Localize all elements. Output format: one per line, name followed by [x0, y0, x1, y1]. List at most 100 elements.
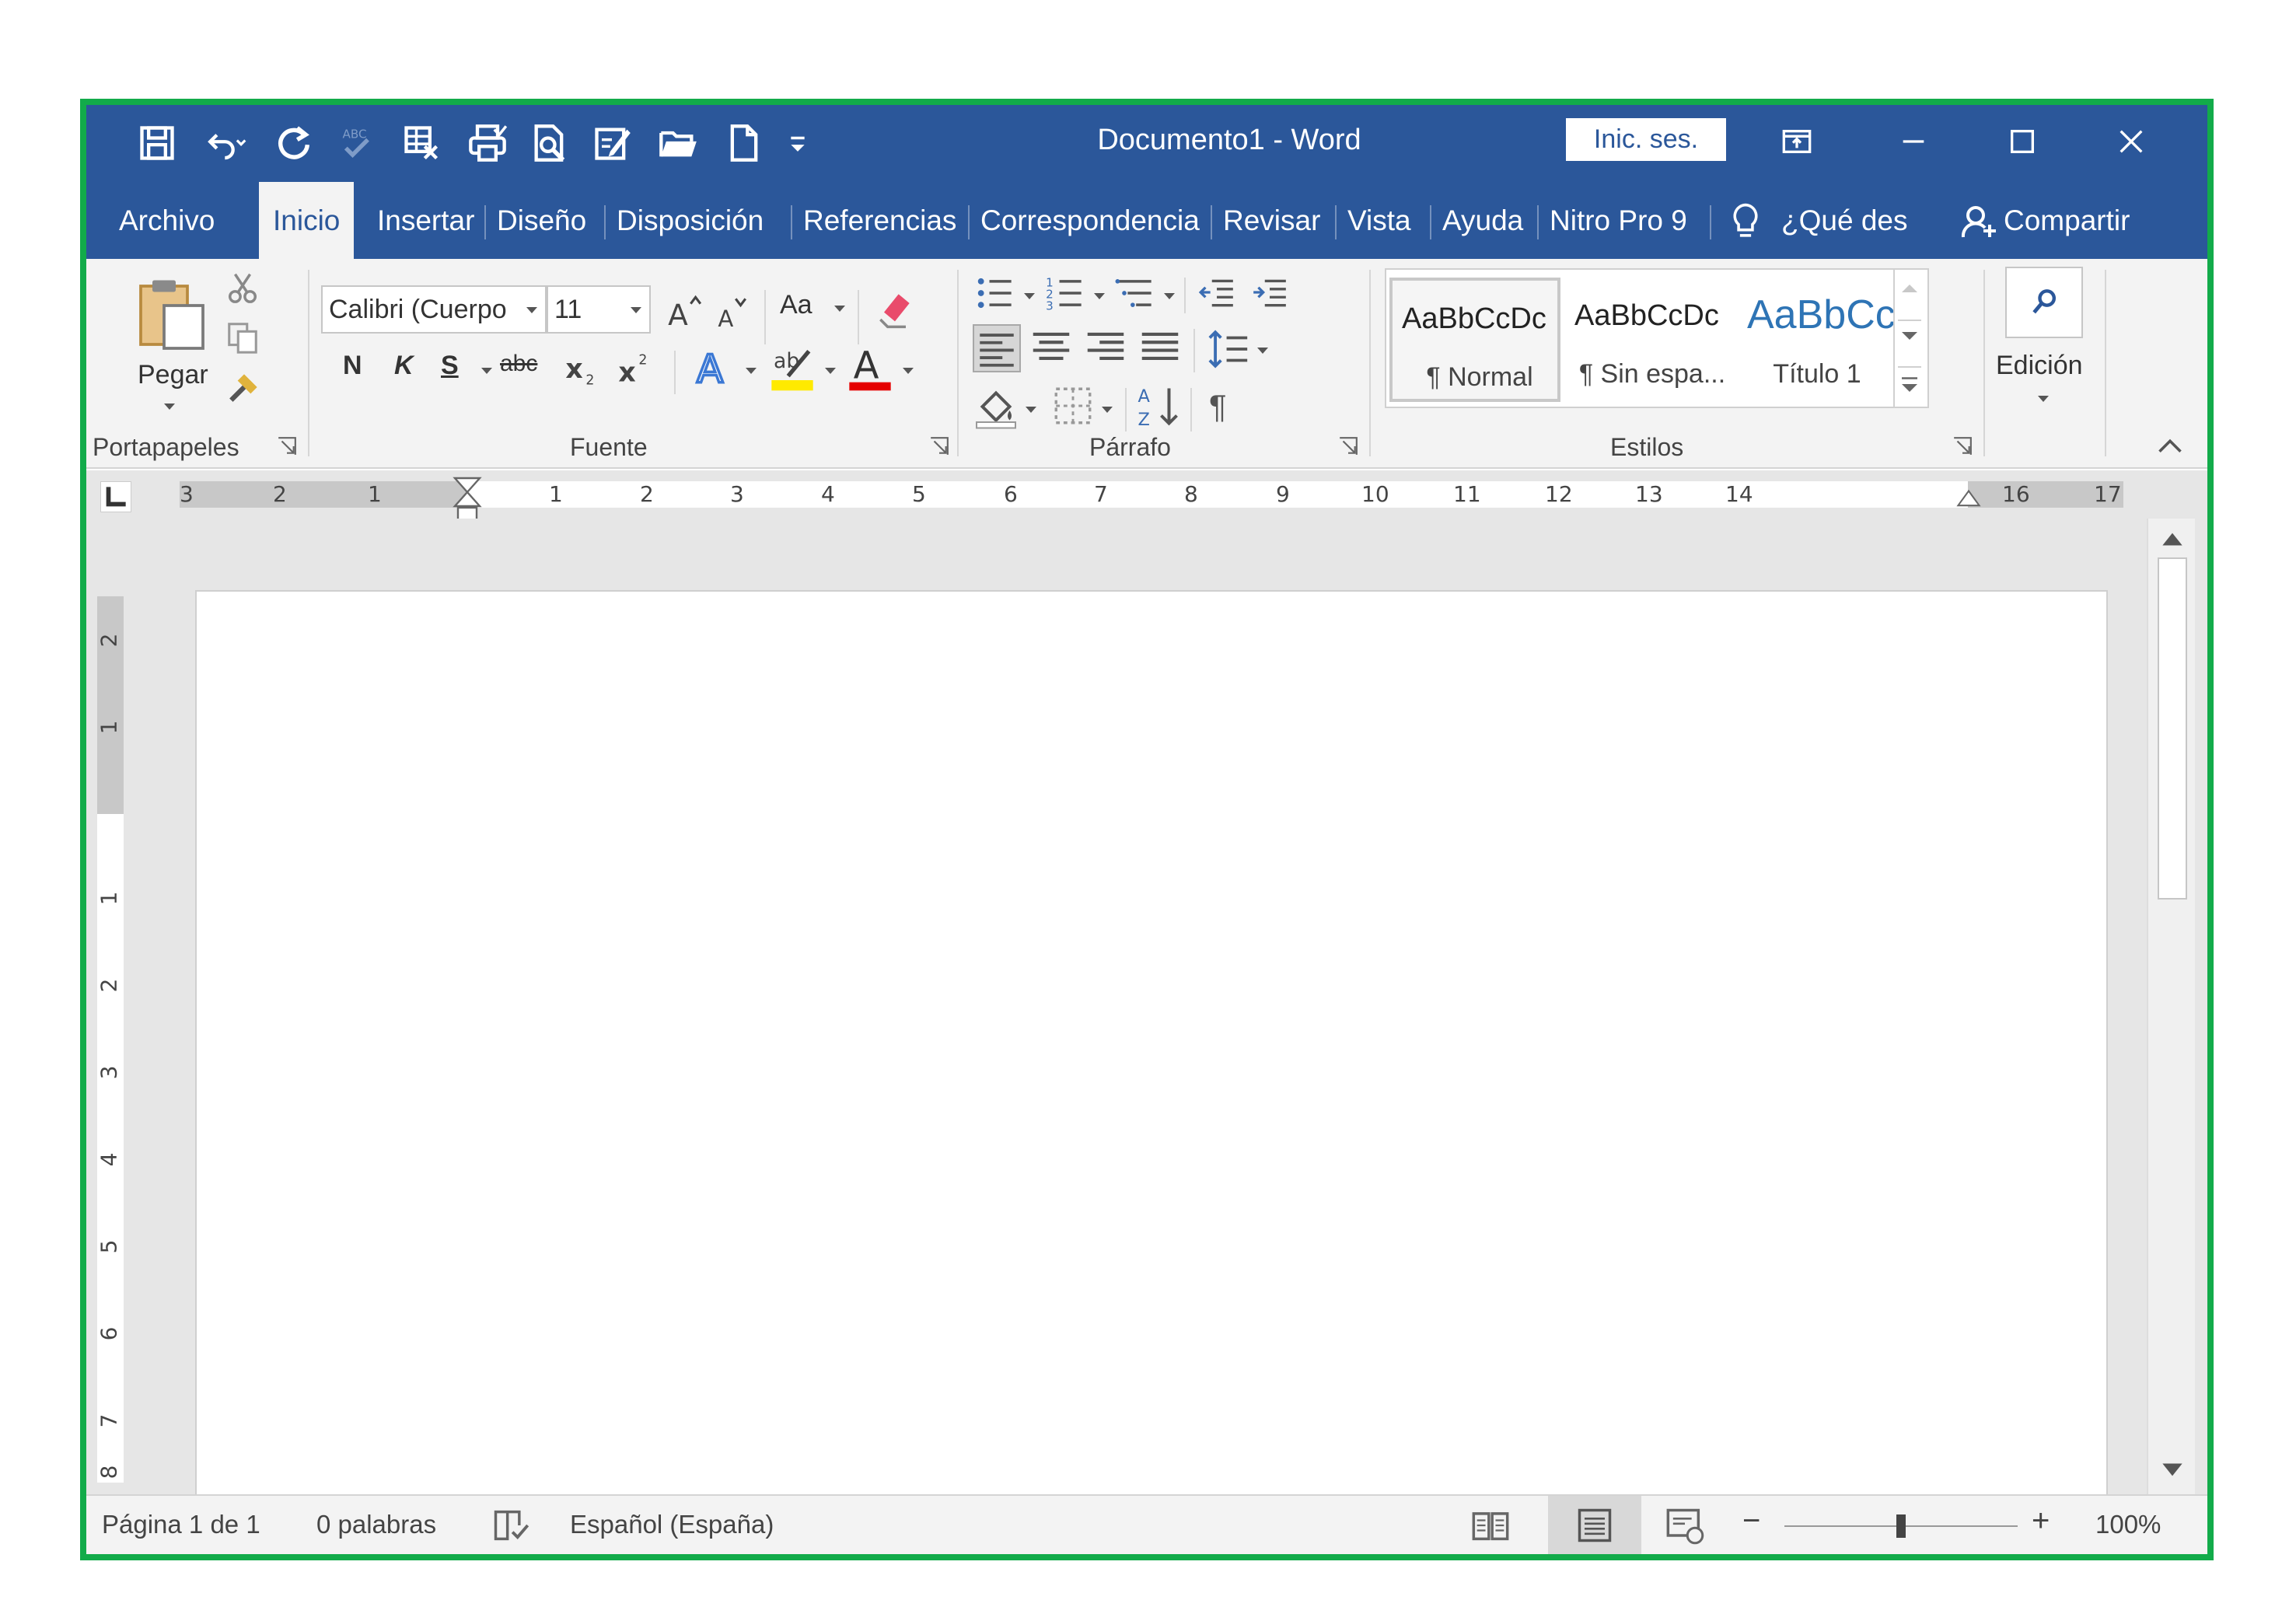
- font-color-caret[interactable]: [903, 368, 914, 374]
- italic-button[interactable]: K: [394, 351, 414, 381]
- numbering-icon[interactable]: 123: [1043, 273, 1086, 313]
- zoom-out-button[interactable]: −: [1742, 1504, 1760, 1539]
- numbering-caret[interactable]: [1094, 293, 1105, 299]
- font-color-icon[interactable]: A: [845, 343, 895, 393]
- document-page[interactable]: [195, 590, 2108, 1507]
- share-person-icon[interactable]: [1960, 202, 1997, 241]
- tab-archivo[interactable]: Archivo: [117, 182, 216, 259]
- line-spacing-icon[interactable]: [1206, 326, 1251, 372]
- clipboard-dialog-launcher-icon[interactable]: [277, 436, 297, 456]
- tab-disposicion[interactable]: Disposición: [617, 182, 764, 259]
- tell-me-input[interactable]: ¿Qué des: [1781, 182, 1907, 259]
- font-name-caret[interactable]: [526, 307, 537, 313]
- horizontal-ruler[interactable]: 3 2 1 1 2 3 4 5 6 7 8 9 10 11 12 13 14 1…: [180, 477, 2123, 522]
- bullets-caret[interactable]: [1024, 293, 1035, 299]
- shading-caret[interactable]: [1026, 407, 1036, 413]
- clear-formatting-icon[interactable]: [873, 287, 917, 330]
- multilevel-list-icon[interactable]: [1113, 273, 1156, 313]
- tab-vista[interactable]: Vista: [1347, 182, 1411, 259]
- zoom-in-button[interactable]: +: [2032, 1504, 2050, 1539]
- sign-in-button[interactable]: Inic. ses.: [1566, 118, 1726, 161]
- format-painter-icon[interactable]: [225, 368, 264, 407]
- right-indent-marker-icon[interactable]: [1955, 486, 1982, 509]
- vertical-ruler[interactable]: 2 1 1 2 3 4 5 6 7 8: [96, 596, 124, 1483]
- text-effects-caret[interactable]: [746, 368, 757, 374]
- bold-button[interactable]: N: [343, 351, 362, 381]
- shrink-font-icon[interactable]: A: [711, 292, 750, 332]
- style-normal[interactable]: AaBbCcDc ¶ Normal: [1389, 278, 1560, 402]
- paste-label[interactable]: Pegar: [138, 360, 208, 390]
- read-mode-icon[interactable]: [1470, 1505, 1511, 1546]
- print-layout-button[interactable]: [1548, 1496, 1641, 1554]
- strikethrough-button[interactable]: abc: [500, 351, 537, 377]
- tab-nitro-pro[interactable]: Nitro Pro 9: [1550, 182, 1687, 259]
- justify-icon[interactable]: [1136, 324, 1184, 372]
- underline-button[interactable]: S: [441, 351, 459, 381]
- customize-qat-icon[interactable]: [782, 119, 813, 167]
- bullets-icon[interactable]: [973, 273, 1016, 313]
- text-effects-icon[interactable]: A: [693, 343, 739, 391]
- copy-icon[interactable]: [225, 320, 260, 355]
- minimize-icon[interactable]: [1875, 114, 1952, 169]
- font-dialog-launcher-icon[interactable]: [929, 436, 949, 456]
- new-document-icon[interactable]: [720, 119, 768, 167]
- style-no-spacing[interactable]: AaBbCcDc ¶ Sin espa...: [1565, 278, 1736, 402]
- subscript-icon[interactable]: x2: [562, 346, 603, 390]
- tab-referencias[interactable]: Referencias: [803, 182, 956, 259]
- change-case-caret[interactable]: [834, 306, 845, 312]
- close-icon[interactable]: [2092, 114, 2170, 169]
- tab-diseno[interactable]: Diseño: [497, 182, 586, 259]
- cut-icon[interactable]: [225, 270, 260, 306]
- multilevel-caret[interactable]: [1164, 293, 1175, 299]
- tab-selector-icon[interactable]: [100, 481, 131, 512]
- tab-correspondencia[interactable]: Correspondencia: [980, 182, 1200, 259]
- page-count[interactable]: Página 1 de 1: [102, 1510, 260, 1539]
- grow-font-icon[interactable]: A: [665, 288, 704, 332]
- borders-icon[interactable]: [1050, 383, 1096, 428]
- redo-icon[interactable]: [270, 119, 318, 167]
- gallery-down-icon[interactable]: [1898, 320, 1921, 351]
- superscript-icon[interactable]: x2: [615, 346, 655, 390]
- tab-insertar[interactable]: Insertar: [377, 182, 474, 259]
- font-size-caret[interactable]: [631, 307, 641, 313]
- zoom-level[interactable]: 100%: [2095, 1510, 2161, 1539]
- line-spacing-caret[interactable]: [1257, 348, 1268, 354]
- indent-marker-icon[interactable]: [452, 475, 483, 522]
- increase-indent-icon[interactable]: [1248, 273, 1291, 312]
- print-preview-icon[interactable]: [526, 119, 574, 167]
- open-folder-icon[interactable]: [654, 119, 702, 167]
- styles-dialog-launcher-icon[interactable]: [1952, 436, 1973, 456]
- underline-caret[interactable]: [481, 368, 492, 374]
- gallery-more-icon[interactable]: [1898, 366, 1921, 400]
- highlight-icon[interactable]: ab: [767, 343, 817, 393]
- zoom-slider-thumb[interactable]: [1896, 1514, 1906, 1538]
- save-icon[interactable]: [133, 119, 181, 167]
- vertical-scrollbar[interactable]: [2147, 519, 2195, 1494]
- paste-clipboard-icon[interactable]: [133, 274, 211, 352]
- spelling-icon[interactable]: ABC: [334, 119, 382, 167]
- proofing-book-icon[interactable]: [491, 1505, 531, 1546]
- tab-revisar[interactable]: Revisar: [1223, 182, 1320, 259]
- change-case-button[interactable]: Aa: [780, 290, 813, 320]
- align-left-icon[interactable]: [973, 324, 1021, 372]
- share-button[interactable]: Compartir: [2004, 182, 2130, 259]
- scrollbar-thumb[interactable]: [2158, 557, 2187, 900]
- table-icon[interactable]: [397, 119, 446, 167]
- web-layout-icon[interactable]: [1665, 1505, 1705, 1546]
- show-formatting-marks-button[interactable]: ¶: [1209, 388, 1227, 425]
- maximize-icon[interactable]: [1983, 114, 2061, 169]
- align-center-icon[interactable]: [1027, 324, 1075, 372]
- paragraph-dialog-launcher-icon[interactable]: [1338, 436, 1358, 456]
- print-icon[interactable]: [463, 119, 512, 167]
- scroll-up-icon[interactable]: [2158, 525, 2187, 551]
- font-name-combo[interactable]: Calibri (Cuerpo: [321, 285, 547, 334]
- collapse-ribbon-icon[interactable]: [2156, 435, 2184, 458]
- shading-icon[interactable]: [973, 383, 1019, 430]
- undo-icon[interactable]: [195, 119, 257, 167]
- gallery-up-icon[interactable]: [1898, 273, 1921, 304]
- style-heading-1[interactable]: AaBbCc Título 1: [1738, 278, 1901, 402]
- language-indicator[interactable]: Español (España): [570, 1510, 774, 1539]
- scroll-down-icon[interactable]: [2158, 1458, 2187, 1484]
- ribbon-display-options-icon[interactable]: [1758, 114, 1836, 169]
- edit-document-icon[interactable]: [588, 119, 636, 167]
